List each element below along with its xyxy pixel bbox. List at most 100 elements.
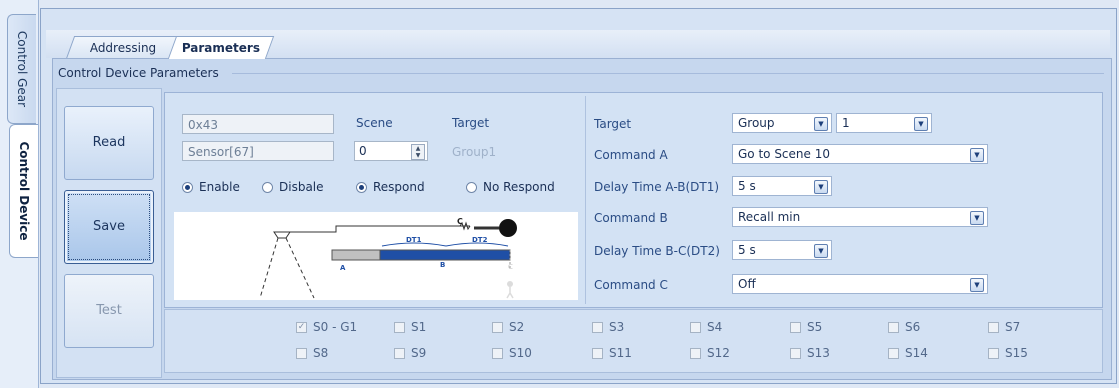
no-respond-radio[interactable]: No Respond bbox=[466, 180, 555, 194]
checkbox-label: S8 bbox=[313, 346, 329, 360]
radio-label: Disbale bbox=[279, 180, 324, 194]
dropdown-value: Group bbox=[738, 116, 775, 130]
checkbox-label: S15 bbox=[1005, 346, 1028, 360]
tab-parameters[interactable]: Parameters bbox=[167, 36, 275, 59]
checkbox-label: S13 bbox=[807, 346, 830, 360]
chevron-down-icon[interactable]: ▼ bbox=[814, 244, 828, 258]
checkbox-label: S9 bbox=[411, 346, 427, 360]
test-button[interactable]: Test bbox=[64, 274, 154, 348]
scene-checkbox-s13[interactable]: S13 bbox=[790, 346, 830, 360]
scene-checkbox-s8[interactable]: S8 bbox=[296, 346, 328, 360]
side-tab-label: Control Gear bbox=[15, 30, 29, 108]
scene-checkbox-s11[interactable]: S11 bbox=[592, 346, 632, 360]
radio-label: No Respond bbox=[483, 180, 555, 194]
side-tab-label: Control Device bbox=[17, 141, 31, 241]
scene-checkbox-grid bbox=[164, 309, 1103, 373]
chevron-down-icon[interactable]: ▼ bbox=[814, 117, 828, 131]
scene-stepper[interactable]: 0 ▲ ▼ bbox=[354, 141, 428, 161]
enable-radio[interactable]: Enable bbox=[182, 180, 240, 194]
delay-ab-dropdown[interactable]: 5 s ▼ bbox=[732, 176, 832, 196]
address-field: 0x43 bbox=[182, 114, 334, 134]
checkbox-label: S5 bbox=[807, 320, 823, 334]
target-label: Target bbox=[594, 117, 632, 131]
label-a: A bbox=[340, 264, 346, 272]
scene-target-value: Group1 bbox=[452, 145, 497, 159]
radio-indicator bbox=[182, 181, 193, 193]
scene-checkbox-s4[interactable]: S4 bbox=[690, 320, 722, 334]
label-c-top: C bbox=[457, 217, 463, 226]
checkbox-label: S6 bbox=[905, 320, 921, 334]
chevron-down-icon[interactable]: ▼ bbox=[970, 278, 984, 292]
command-b-dropdown[interactable]: Recall min ▼ bbox=[732, 207, 988, 227]
checkbox-box bbox=[888, 321, 899, 333]
scene-label: Scene bbox=[356, 116, 393, 130]
checkbox-label: S3 bbox=[609, 320, 625, 334]
disable-radio[interactable]: Disbale bbox=[262, 180, 324, 194]
scene-checkbox-s1[interactable]: S1 bbox=[394, 320, 426, 334]
scene-checkbox-s3[interactable]: S3 bbox=[592, 320, 624, 334]
person-icon bbox=[507, 281, 513, 287]
tab-label: Parameters bbox=[181, 41, 260, 55]
scene-checkbox-s9[interactable]: S9 bbox=[394, 346, 426, 360]
checkbox-box bbox=[690, 321, 701, 333]
dropdown-value: Off bbox=[738, 277, 756, 291]
chevron-down-icon[interactable]: ▼ bbox=[970, 148, 984, 162]
checkbox-label: S0 - G1 bbox=[313, 320, 358, 334]
command-b-label: Command B bbox=[594, 211, 668, 225]
checkbox-label: S12 bbox=[707, 346, 730, 360]
scene-checkbox-s7[interactable]: S7 bbox=[988, 320, 1020, 334]
dropdown-value: Recall min bbox=[738, 210, 801, 224]
command-c-label: Command C bbox=[594, 278, 668, 292]
checkbox-box: ✓ bbox=[296, 321, 307, 333]
read-button[interactable]: Read bbox=[64, 106, 154, 180]
checkbox-box bbox=[690, 347, 701, 359]
scene-checkbox-s15[interactable]: S15 bbox=[988, 346, 1028, 360]
chevron-down-icon[interactable]: ▼ bbox=[914, 117, 928, 131]
delay-brackets bbox=[381, 242, 509, 247]
delay-bc-dropdown[interactable]: 5 s ▼ bbox=[732, 240, 832, 260]
checkbox-label: S2 bbox=[509, 320, 525, 334]
command-a-dropdown[interactable]: Go to Scene 10 ▼ bbox=[732, 144, 988, 164]
panel-divider bbox=[585, 96, 586, 304]
scene-checkbox-s0[interactable]: ✓ S0 - G1 bbox=[296, 320, 357, 334]
scene-checkbox-s2[interactable]: S2 bbox=[492, 320, 524, 334]
radio-indicator bbox=[262, 181, 273, 193]
scene-checkbox-s12[interactable]: S12 bbox=[690, 346, 730, 360]
side-tab-control-device[interactable]: Control Device bbox=[9, 124, 38, 258]
tab-label: Addressing bbox=[89, 41, 156, 55]
chevron-down-icon[interactable]: ▼ bbox=[970, 211, 984, 225]
target-type-dropdown[interactable]: Group ▼ bbox=[732, 113, 832, 133]
checkbox-box bbox=[592, 347, 603, 359]
checkbox-box bbox=[592, 321, 603, 333]
command-c-dropdown[interactable]: Off ▼ bbox=[732, 274, 988, 294]
label-dt2: DT2 bbox=[472, 236, 488, 244]
tab-addressing[interactable]: Addressing bbox=[65, 36, 181, 59]
scene-checkbox-s14[interactable]: S14 bbox=[888, 346, 928, 360]
respond-radio[interactable]: Respond bbox=[356, 180, 425, 194]
checkbox-box bbox=[888, 347, 899, 359]
dropdown-value: 1 bbox=[842, 116, 850, 130]
label-b: B bbox=[440, 261, 445, 269]
target-number-dropdown[interactable]: 1 ▼ bbox=[836, 113, 932, 133]
label-c: C bbox=[508, 263, 513, 271]
scene-checkbox-s6[interactable]: S6 bbox=[888, 320, 920, 334]
chevron-down-icon[interactable]: ▼ bbox=[814, 180, 828, 194]
delay-bc-label: Delay Time B-C(DT2) bbox=[594, 244, 720, 258]
bulb-icon bbox=[499, 219, 517, 237]
command-a-label: Command A bbox=[594, 148, 668, 162]
scene-checkbox-s10[interactable]: S10 bbox=[492, 346, 532, 360]
side-tab-control-gear[interactable]: Control Gear bbox=[7, 14, 36, 124]
checkbox-label: S7 bbox=[1005, 320, 1021, 334]
scene-checkbox-s5[interactable]: S5 bbox=[790, 320, 822, 334]
checkbox-label: S1 bbox=[411, 320, 427, 334]
radio-indicator bbox=[356, 181, 367, 193]
radio-indicator bbox=[466, 181, 477, 193]
checkbox-box bbox=[492, 347, 503, 359]
checkbox-label: S14 bbox=[905, 346, 928, 360]
groupbox-border-line bbox=[232, 73, 1104, 74]
save-button[interactable]: Save bbox=[64, 190, 154, 264]
checkbox-box bbox=[790, 347, 801, 359]
stepper-arrows-icon[interactable]: ▲ ▼ bbox=[411, 144, 425, 160]
checkbox-box bbox=[394, 347, 405, 359]
label-dt1: DT1 bbox=[406, 236, 422, 244]
